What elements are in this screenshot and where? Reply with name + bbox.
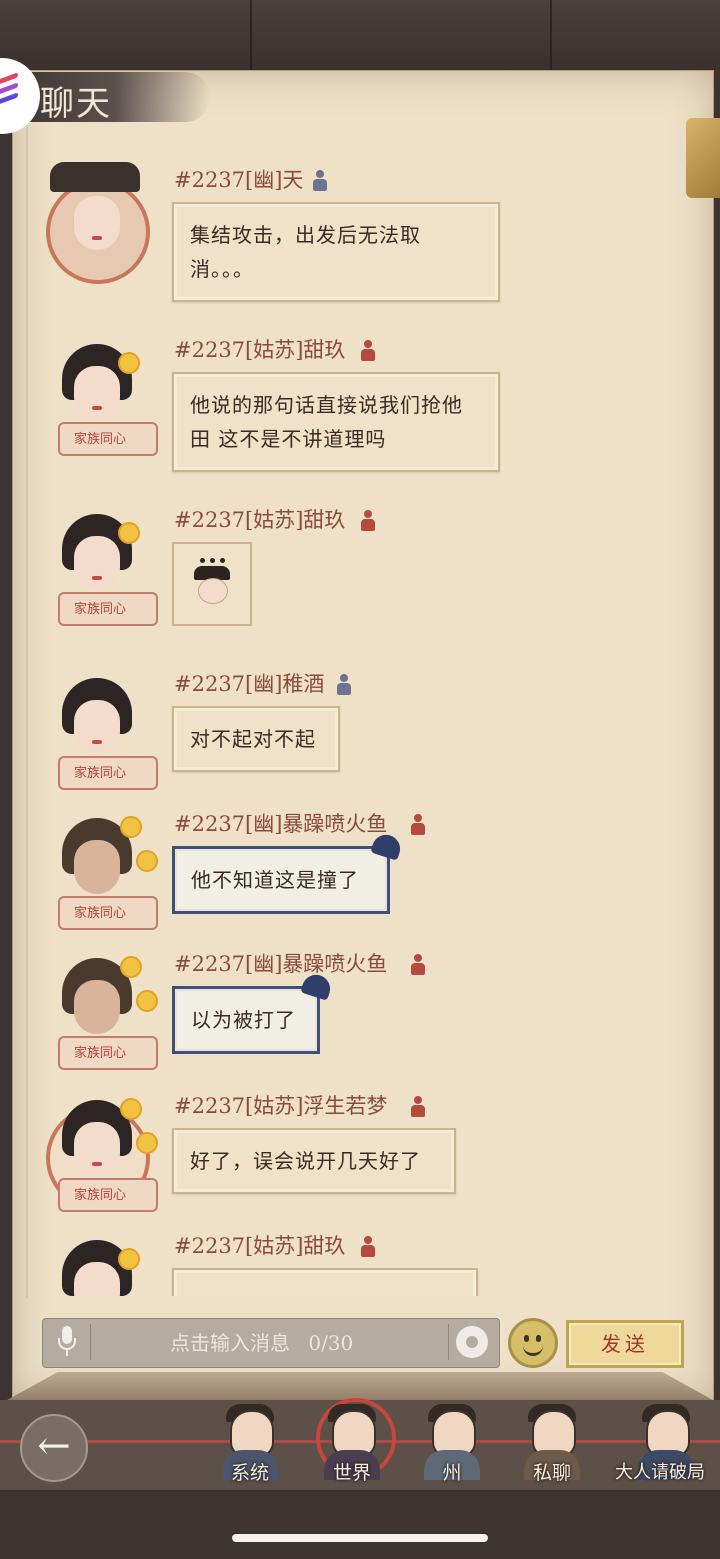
- input-placeholder-text: 点击输入消息: [170, 1331, 290, 1355]
- tab-label: 系统: [230, 1462, 269, 1484]
- back-arrow-icon[interactable]: ←: [20, 1414, 88, 1482]
- rank-icon: [336, 674, 352, 696]
- emoji-button[interactable]: [508, 1318, 558, 1368]
- rank-icon: [312, 170, 328, 192]
- board-seam: [550, 0, 552, 70]
- tab-event[interactable]: 大人请破局: [610, 1400, 720, 1486]
- tab-state[interactable]: 州: [410, 1400, 494, 1486]
- message-bubble[interactable]: 集结攻击，出发后无法取消。。。: [172, 202, 500, 302]
- rank-icon: [360, 340, 376, 362]
- tab-label: 大人请破局: [615, 1462, 705, 1483]
- flower-icon: [120, 816, 142, 838]
- message-bubble[interactable]: 以为被打了: [172, 986, 320, 1054]
- rank-icon: [410, 814, 426, 836]
- sender-name[interactable]: #2237[幽]暴躁喷火鱼: [174, 808, 387, 838]
- flower-icon: [136, 1132, 158, 1154]
- char-counter: 0/30: [308, 1331, 354, 1355]
- sticker-message[interactable]: [172, 542, 252, 626]
- system-bar: [0, 1490, 720, 1559]
- top-background: [0, 0, 720, 70]
- message-bubble[interactable]: 好了，误会说开几天好了: [172, 1128, 456, 1194]
- flower-icon: [136, 990, 158, 1012]
- microphone-icon[interactable]: [58, 1326, 76, 1358]
- flower-icon: [120, 1098, 142, 1120]
- gear-icon[interactable]: [456, 1326, 488, 1358]
- avatar[interactable]: [40, 162, 162, 288]
- rank-icon: [360, 1236, 376, 1258]
- family-badge: 家族同心: [74, 432, 127, 447]
- input-divider: [448, 1324, 449, 1360]
- rank-icon: [410, 1096, 426, 1118]
- tab-private-chat[interactable]: 私聊: [510, 1400, 594, 1486]
- flower-icon: [118, 522, 140, 544]
- message-bubble[interactable]: 对不起对不起: [172, 706, 340, 772]
- chat-message: #2237[姑苏]甜玖: [40, 1232, 520, 1296]
- page-title: 聊天: [40, 84, 112, 124]
- message-bubble[interactable]: 他说的那句话直接说我们抢他田 这不是不讲道理吗: [172, 372, 500, 472]
- family-badge: 家族同心: [74, 906, 127, 921]
- family-badge: 家族同心: [74, 766, 127, 781]
- flower-icon: [118, 352, 140, 374]
- sender-name[interactable]: #2237[姑苏]浮生若梦: [174, 1090, 387, 1120]
- hat-icon: [50, 162, 140, 192]
- avatar[interactable]: 家族同心: [40, 1092, 162, 1214]
- sender-name[interactable]: #2237[姑苏]甜玖: [174, 1232, 345, 1260]
- avatar[interactable]: 家族同心: [40, 950, 162, 1072]
- rank-icon: [410, 954, 426, 976]
- sender-name[interactable]: #2237[幽]天: [174, 164, 303, 194]
- flower-icon: [136, 850, 158, 872]
- avatar[interactable]: [40, 1232, 162, 1296]
- avatar[interactable]: 家族同心: [40, 506, 162, 628]
- flower-icon: [120, 956, 142, 978]
- tab-world[interactable]: 世界: [310, 1398, 396, 1486]
- flower-icon: [118, 1248, 140, 1270]
- home-indicator[interactable]: [232, 1534, 488, 1542]
- rank-icon: [360, 510, 376, 532]
- send-button[interactable]: 发送: [566, 1320, 684, 1368]
- sender-name[interactable]: #2237[姑苏]甜玖: [174, 334, 345, 364]
- input-divider: [90, 1324, 91, 1360]
- message-bubble[interactable]: [172, 1268, 478, 1296]
- tab-label: 州: [442, 1462, 462, 1484]
- family-badge: 家族同心: [74, 1188, 127, 1203]
- sender-name[interactable]: #2237[幽]稚酒: [174, 668, 324, 698]
- family-badge: 家族同心: [74, 1046, 127, 1061]
- family-badge: 家族同心: [74, 602, 127, 617]
- avatar[interactable]: 家族同心: [40, 336, 162, 458]
- sender-name[interactable]: #2237[幽]暴躁喷火鱼: [174, 948, 387, 978]
- corner-ornament: [686, 118, 720, 198]
- avatar[interactable]: 家族同心: [40, 670, 162, 792]
- tab-label: 世界: [332, 1462, 371, 1484]
- message-bubble[interactable]: 他不知道这是撞了: [172, 846, 390, 914]
- paper-margin-line: [26, 98, 28, 1298]
- tab-system[interactable]: 系统: [208, 1400, 292, 1486]
- sender-name[interactable]: #2237[姑苏]甜玖: [174, 504, 345, 534]
- board-seam: [250, 0, 252, 70]
- input-placeholder[interactable]: 点击输入消息 0/30: [170, 1327, 353, 1356]
- tab-label: 私聊: [532, 1462, 571, 1484]
- avatar[interactable]: 家族同心: [40, 810, 162, 932]
